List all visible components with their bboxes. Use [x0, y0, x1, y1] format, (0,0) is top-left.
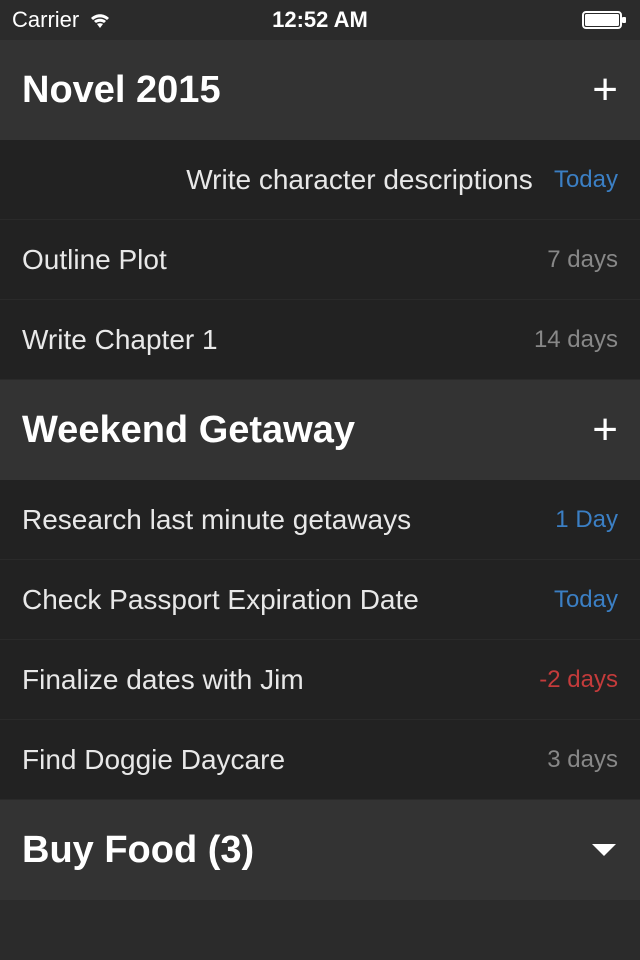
- task-title: Outline Plot: [22, 244, 167, 276]
- task-due: 3 days: [547, 746, 618, 774]
- chevron-down-icon[interactable]: [590, 840, 618, 860]
- battery-icon: [582, 10, 628, 30]
- clock: 12:52 AM: [272, 7, 368, 33]
- task-row[interactable]: Write character descriptions Today: [0, 140, 640, 220]
- empty-area: [0, 900, 640, 960]
- add-icon[interactable]: +: [592, 408, 618, 452]
- task-due: -2 days: [539, 666, 618, 694]
- section-title: Novel 2015: [22, 69, 221, 112]
- task-due: 7 days: [547, 246, 618, 274]
- section-header-novel[interactable]: Novel 2015 +: [0, 40, 640, 140]
- task-title: Finalize dates with Jim: [22, 664, 304, 696]
- task-row[interactable]: Check Passport Expiration Date Today: [0, 560, 640, 640]
- task-title: Write character descriptions: [186, 164, 533, 196]
- carrier-label: Carrier: [12, 7, 79, 33]
- task-due: 14 days: [534, 326, 618, 354]
- add-icon[interactable]: +: [592, 68, 618, 112]
- section-header-buyfood[interactable]: Buy Food (3): [0, 800, 640, 900]
- task-due: Today: [554, 586, 618, 614]
- task-due: 1 Day: [555, 506, 618, 534]
- task-title: Write Chapter 1: [22, 324, 218, 356]
- task-title: Find Doggie Daycare: [22, 744, 285, 776]
- task-row[interactable]: Write Chapter 1 14 days: [0, 300, 640, 380]
- task-row[interactable]: Finalize dates with Jim -2 days: [0, 640, 640, 720]
- wifi-icon: [87, 10, 113, 30]
- section-title: Buy Food (3): [22, 829, 254, 872]
- section-title: Weekend Getaway: [22, 409, 355, 452]
- task-title: Research last minute getaways: [22, 504, 411, 536]
- status-bar: Carrier 12:52 AM: [0, 0, 640, 40]
- task-row[interactable]: Find Doggie Daycare 3 days: [0, 720, 640, 800]
- section-header-weekend[interactable]: Weekend Getaway +: [0, 380, 640, 480]
- task-row[interactable]: Research last minute getaways 1 Day: [0, 480, 640, 560]
- task-due: Today: [554, 166, 618, 194]
- task-title: Check Passport Expiration Date: [22, 584, 419, 616]
- task-row[interactable]: Outline Plot 7 days: [0, 220, 640, 300]
